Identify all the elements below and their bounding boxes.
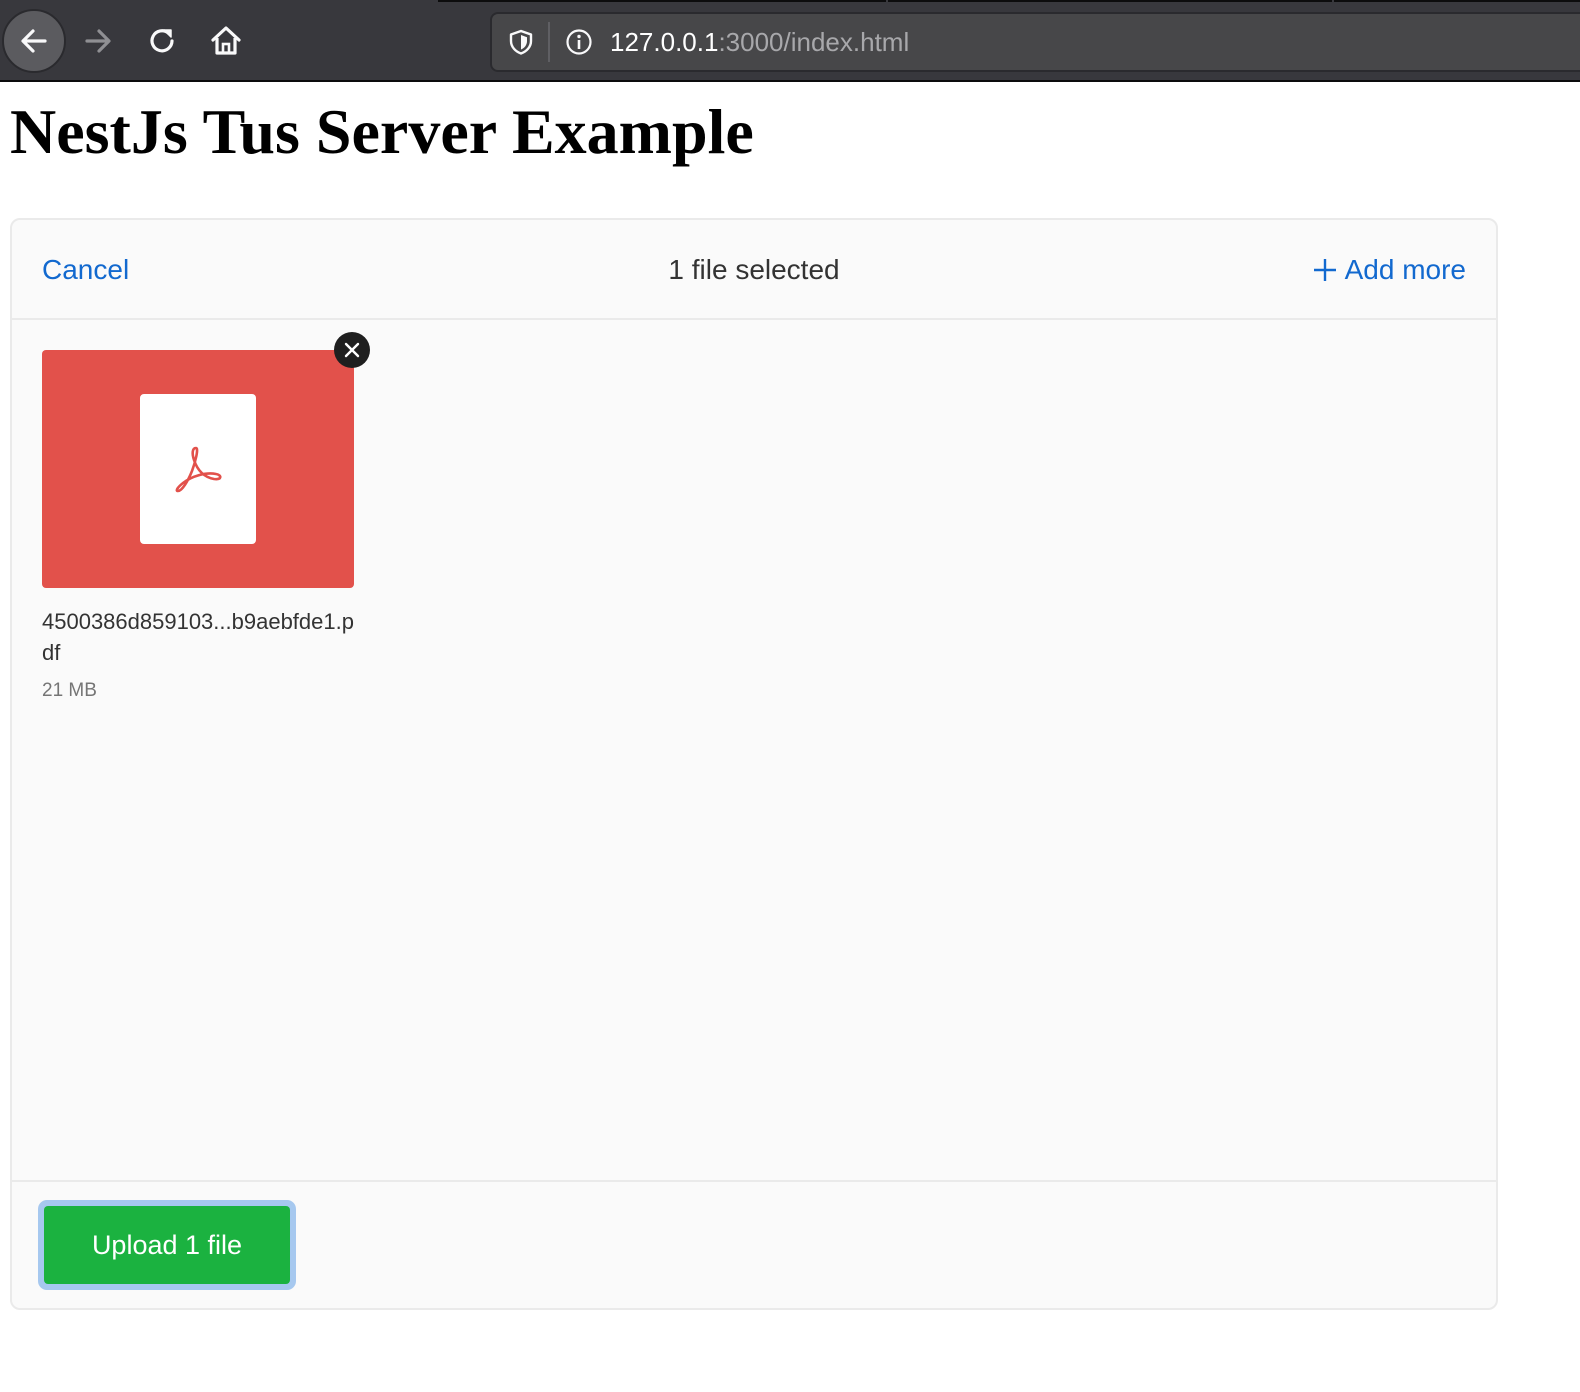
home-icon [211, 26, 241, 55]
upload-button-label: Upload 1 file [44, 1206, 290, 1284]
page-title: NestJs Tus Server Example [10, 96, 754, 167]
upload-button[interactable]: Upload 1 file [38, 1200, 296, 1290]
home-button[interactable] [194, 9, 258, 73]
site-info-button[interactable] [564, 27, 594, 57]
plus-icon [1313, 259, 1336, 281]
reload-button[interactable] [130, 9, 194, 73]
file-preview [42, 350, 354, 588]
dashboard-header: Cancel 1 file selected Add more [12, 220, 1496, 320]
remove-file-button[interactable] [334, 332, 370, 368]
forward-button[interactable] [66, 9, 130, 73]
reload-icon [150, 29, 174, 53]
close-icon [344, 342, 360, 358]
tab-strip-edge [1334, 0, 1580, 2]
tab-strip-edge [888, 0, 1332, 2]
file-size: 21 MB [42, 680, 97, 701]
file-type-thumbnail [140, 394, 256, 544]
url-host: 127.0.0.1 [610, 27, 719, 57]
file-name: 4500386d859103...b9aebfde1.pdf [42, 609, 354, 665]
shield-icon [509, 29, 533, 55]
tracking-protection-button[interactable] [506, 27, 536, 57]
pdf-icon [175, 446, 222, 493]
back-button[interactable] [2, 9, 66, 73]
arrow-right-icon [85, 29, 111, 53]
url-path: :3000/index.html [718, 27, 910, 57]
info-icon [566, 29, 592, 55]
add-more-button[interactable]: Add more [1313, 250, 1466, 290]
upload-dashboard: Cancel 1 file selected Add more 4500386d… [10, 218, 1498, 1310]
browser-toolbar: 127.0.0.1:3000/index.html [0, 0, 1580, 82]
add-more-label: Add more [1344, 254, 1466, 285]
dashboard-footer: Upload 1 file [12, 1180, 1496, 1308]
arrow-left-icon [21, 29, 47, 53]
url-bar[interactable]: 127.0.0.1:3000/index.html [490, 12, 1580, 72]
tab-strip-edge [438, 0, 886, 2]
selection-status: 1 file selected [668, 254, 840, 285]
url-text[interactable]: 127.0.0.1:3000/index.html [610, 26, 909, 58]
url-bar-separator [548, 22, 550, 62]
